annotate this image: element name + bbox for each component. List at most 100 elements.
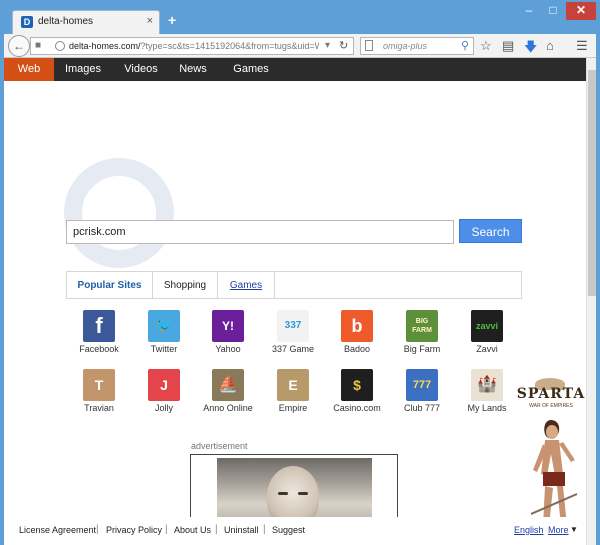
site-label: Zavvi (476, 344, 498, 354)
tab-videos[interactable]: Videos (116, 58, 166, 81)
page-content: Web Images Videos News Games pcrisk.com … (4, 58, 596, 545)
footer-link-suggest[interactable]: Suggest (272, 525, 305, 535)
tab-news[interactable]: News (170, 58, 216, 81)
search-icon[interactable]: ⚲ (461, 39, 469, 52)
footer-link-license[interactable]: License Agreement (19, 525, 96, 535)
site-label: 337 Game (271, 344, 315, 354)
sparta-subtitle: WAR OF EMPIRES (529, 403, 573, 409)
globe-icon (55, 41, 65, 51)
identity-icon[interactable]: ■ (35, 40, 41, 51)
ad-eye (278, 492, 288, 495)
anno-online-icon: ⛵ (212, 369, 244, 401)
site-big-farm[interactable]: BIG FARM Big Farm (390, 310, 454, 354)
site-jolly[interactable]: J Jolly (132, 369, 196, 413)
site-label: Empire (278, 403, 308, 413)
advertisement-banner[interactable] (190, 454, 398, 524)
bookmark-star-icon[interactable]: ☆ (480, 38, 492, 54)
advertisement-label: advertisement (191, 441, 248, 451)
new-tab-button[interactable]: + (168, 12, 176, 28)
footer-link-about[interactable]: About Us (174, 525, 211, 535)
footer-separator: | (263, 524, 266, 535)
tab-shopping[interactable]: Shopping (153, 272, 218, 299)
navigation-toolbar: ← ■ delta-homes.com/?type=sc&ts=14151920… (4, 34, 596, 58)
site-travian[interactable]: T Travian (67, 369, 131, 413)
footer-separator: | (96, 524, 99, 535)
jolly-icon: J (148, 369, 180, 401)
site-label: Badoo (343, 344, 371, 354)
site-tabs: Popular Sites Shopping Games (66, 271, 522, 299)
language-link[interactable]: English (514, 525, 544, 535)
ad-photo (217, 458, 372, 524)
more-dropdown-icon[interactable]: ▼ (570, 525, 578, 534)
site-casino[interactable]: $ Casino.com (325, 369, 389, 413)
magnifier-watermark-icon (64, 158, 174, 268)
title-bar: D delta-homes × + – □ ✕ (0, 0, 600, 34)
ad-face-image (267, 466, 319, 524)
footer-link-uninstall[interactable]: Uninstall (224, 525, 259, 535)
maximize-button[interactable]: □ (542, 2, 564, 20)
tab-popular-sites[interactable]: Popular Sites (67, 272, 153, 299)
dropdown-arrow-icon[interactable]: ▾ (325, 40, 330, 51)
site-label: Big Farm (403, 344, 441, 354)
url-text[interactable]: delta-homes.com/?type=sc&ts=1415192064&f… (69, 41, 319, 51)
site-label: Anno Online (203, 403, 253, 413)
page-footer: License Agreement | Privacy Policy | Abo… (4, 517, 586, 545)
browser-tab[interactable]: D delta-homes × (12, 10, 160, 34)
site-label: Casino.com (333, 403, 381, 413)
tab-web[interactable]: Web (4, 58, 54, 81)
search-input[interactable]: pcrisk.com (66, 220, 454, 244)
ad-eye (298, 492, 308, 495)
twitter-bird-icon: 🐦 (148, 310, 180, 342)
site-label: Club 777 (403, 403, 441, 413)
search-engine-icon[interactable] (365, 40, 373, 51)
minimize-button[interactable]: – (518, 2, 540, 20)
badoo-icon: b (341, 310, 373, 342)
337-game-icon: 337 (277, 310, 309, 342)
site-zavvi[interactable]: zavvi Zavvi (455, 310, 519, 354)
site-club-777[interactable]: 777 Club 777 (390, 369, 454, 413)
downloads-icon[interactable]: 🡇 (524, 38, 537, 60)
tabs-divider (66, 298, 522, 299)
tab-title: delta-homes (38, 16, 94, 27)
delta-favicon-icon: D (21, 16, 33, 28)
site-empire[interactable]: E Empire (261, 369, 325, 413)
footer-link-privacy[interactable]: Privacy Policy (106, 525, 162, 535)
site-label: Facebook (79, 344, 119, 354)
site-label: Twitter (150, 344, 178, 354)
scrollbar-thumb[interactable] (588, 70, 596, 296)
more-link[interactable]: More (548, 525, 569, 535)
url-query: ?type=sc&ts=1415192064&from=tugs&uid=Win… (140, 41, 319, 51)
reload-icon[interactable]: ↻ (339, 39, 348, 52)
facebook-icon: f (83, 310, 115, 342)
address-bar[interactable]: ■ delta-homes.com/?type=sc&ts=1415192064… (30, 37, 354, 55)
tab-games[interactable]: Games (226, 58, 276, 81)
big-farm-icon: BIG FARM (406, 310, 438, 342)
club-777-icon: 777 (406, 369, 438, 401)
category-bar: Web Images Videos News Games (4, 58, 596, 81)
empire-icon: E (277, 369, 309, 401)
site-label: Yahoo (215, 344, 241, 354)
warrior-figure-icon (531, 420, 578, 526)
browser-search-box[interactable]: omiga-plus ⚲ (360, 37, 474, 55)
site-yahoo[interactable]: Y! Yahoo (196, 310, 260, 354)
tab-site-games[interactable]: Games (218, 272, 275, 299)
tab-images[interactable]: Images (58, 58, 108, 81)
back-arrow-icon[interactable]: ← (8, 35, 30, 57)
sparta-title: SPARTA (516, 386, 586, 402)
search-button[interactable]: Search (459, 219, 522, 243)
site-facebook[interactable]: f Facebook (67, 310, 131, 354)
menu-icon[interactable]: ☰ (576, 38, 588, 54)
bookmarks-list-icon[interactable]: ▤ (502, 38, 514, 54)
tab-close-icon[interactable]: × (147, 15, 153, 27)
site-anno-online[interactable]: ⛵ Anno Online (196, 369, 260, 413)
vertical-scrollbar[interactable] (586, 58, 596, 545)
site-twitter[interactable]: 🐦 Twitter (132, 310, 196, 354)
home-icon[interactable]: ⌂ (546, 38, 554, 53)
site-badoo[interactable]: b Badoo (325, 310, 389, 354)
search-placeholder: omiga-plus (383, 41, 428, 51)
footer-separator: | (165, 524, 168, 535)
close-window-button[interactable]: ✕ (566, 2, 596, 20)
site-337-game[interactable]: 337 337 Game (261, 310, 325, 354)
yahoo-icon: Y! (212, 310, 244, 342)
site-label: Travian (84, 403, 114, 413)
